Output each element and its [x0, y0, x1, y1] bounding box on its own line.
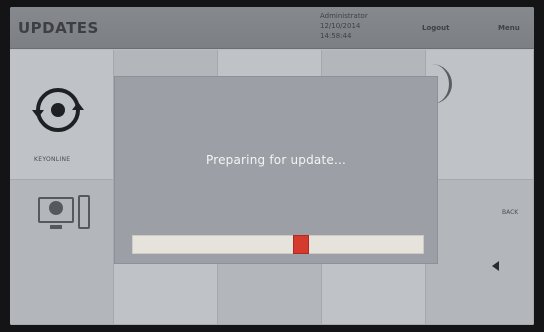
- progress-indicator: [293, 235, 309, 254]
- tile-back[interactable]: [426, 180, 534, 325]
- menu-button[interactable]: Menu: [498, 24, 520, 32]
- tile-keyonline-label: KEYONLINE: [34, 156, 71, 163]
- user-name: Administrator: [320, 12, 368, 20]
- time-label: 14:58:44: [320, 32, 352, 40]
- sync-icon: [32, 88, 84, 132]
- date-label: 12/10/2014: [320, 22, 361, 30]
- progress-bar: [132, 235, 424, 254]
- back-arrow-icon[interactable]: [492, 261, 499, 271]
- user-info: Administrator 12/10/2014 14:58:44: [320, 11, 368, 41]
- computer-globe-icon: [38, 193, 94, 241]
- update-dialog: Preparing for update...: [114, 76, 438, 264]
- back-label: BACK: [502, 209, 519, 216]
- logout-button[interactable]: Logout: [422, 24, 449, 32]
- update-message: Preparing for update...: [206, 153, 346, 167]
- page-title: UPDATES: [18, 19, 99, 37]
- tile-5[interactable]: [426, 50, 534, 180]
- screen: UPDATES Administrator 12/10/2014 14:58:4…: [10, 7, 534, 325]
- app-header: UPDATES Administrator 12/10/2014 14:58:4…: [10, 7, 534, 49]
- tile-keyonline[interactable]: KEYONLINE: [10, 50, 114, 180]
- device-bezel: UPDATES Administrator 12/10/2014 14:58:4…: [0, 0, 544, 332]
